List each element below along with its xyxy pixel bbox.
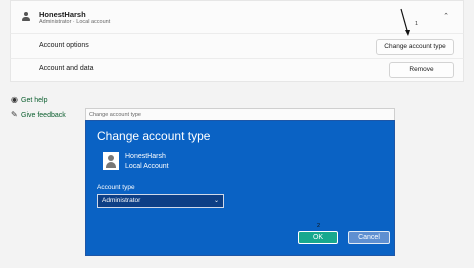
- account-options-label: Account options: [39, 42, 89, 49]
- step-2-label: 2: [317, 223, 321, 229]
- person-icon: [21, 12, 31, 22]
- get-help-text: Get help: [21, 97, 48, 104]
- dialog-titlebar: Change account type: [85, 108, 395, 120]
- account-data-label: Account and data: [39, 65, 94, 72]
- change-account-type-button[interactable]: Change account type: [376, 39, 454, 55]
- dialog-heading: Change account type: [97, 129, 211, 143]
- dialog-user-type: Local Account: [125, 163, 169, 170]
- cancel-button[interactable]: Cancel: [348, 231, 390, 244]
- give-feedback-link[interactable]: ✎ Give feedback: [11, 110, 66, 119]
- account-type-value: Administrator: [102, 197, 141, 204]
- dialog-user-name: HonestHarsh: [125, 153, 166, 160]
- annotation-arrow: [400, 8, 410, 36]
- chevron-up-icon[interactable]: ⌃: [443, 12, 449, 20]
- account-type-label: Account type: [97, 184, 135, 191]
- step-1-label: 1: [415, 21, 419, 27]
- avatar: [103, 152, 119, 170]
- account-data-row: Account and data Remove: [10, 58, 464, 82]
- account-type-select[interactable]: Administrator ⌄: [97, 194, 224, 208]
- get-help-link[interactable]: ◉ Get help: [11, 95, 47, 104]
- change-account-type-dialog: Change account type HonestHarsh Local Ac…: [85, 120, 395, 256]
- remove-button[interactable]: Remove: [389, 62, 454, 78]
- help-icon: ◉: [11, 95, 18, 104]
- account-options-row: Account options Change account type: [10, 33, 464, 60]
- give-feedback-text: Give feedback: [21, 112, 66, 119]
- account-header-row[interactable]: HonestHarsh Administrator · Local accoun…: [10, 0, 464, 34]
- ok-button[interactable]: OK: [298, 231, 338, 244]
- account-name: HonestHarsh: [39, 10, 86, 19]
- dropdown-chevron-icon: ⌄: [213, 198, 219, 204]
- feedback-icon: ✎: [11, 110, 18, 119]
- account-subtitle: Administrator · Local account: [39, 19, 111, 25]
